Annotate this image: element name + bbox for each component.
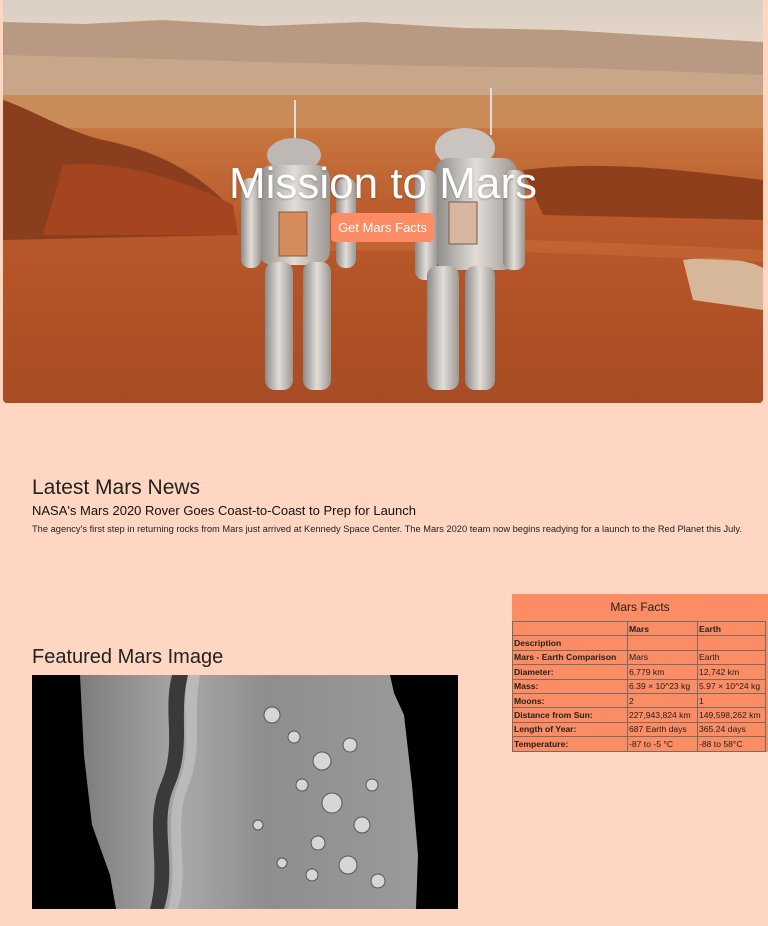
featured-image-heading: Featured Mars Image [32,646,224,668]
table-row: Length of Year: 687 Earth days 365.24 da… [512,721,766,738]
table-row: Mass: 6.39 × 10^23 kg 5.97 × 10^24 kg [512,678,766,694]
news-section-heading: Latest Mars News [32,476,201,499]
row-label: Moons: [512,692,628,709]
table-header-blank [512,620,628,637]
row-label: Distance from Sun: [512,707,628,723]
row-mars-value: 6,779 km [627,664,698,680]
table-index-row: Description [512,635,766,651]
row-earth-value: 12,742 km [697,664,766,680]
table-row: Mars - Earth Comparison Mars Earth [512,649,766,666]
row-mars-value: 687 Earth days [627,721,698,738]
table-row: Moons: 2 1 [512,692,766,709]
get-mars-facts-button[interactable]: Get Mars Facts [331,213,434,242]
row-earth-value: -88 to 58°C [697,736,766,752]
row-earth-value: 365.24 days [697,721,766,738]
row-earth-value: 5.97 × 10^24 kg [697,678,766,694]
row-earth-value: 1 [697,692,766,709]
row-label: Length of Year: [512,721,628,738]
hero-banner: Mission to Mars Get Mars Facts [3,0,763,403]
table-index-blank-2 [697,635,766,651]
row-mars-value: 6.39 × 10^23 kg [627,678,698,694]
featured-image-graphic [32,675,458,909]
facts-table: Mars Earth Description Mars - Earth Comp… [512,620,766,752]
row-label: Mass: [512,678,628,694]
row-mars-value: 227,943,824 km [627,707,698,723]
table-header-earth: Earth [697,620,766,637]
table-header-mars: Mars [627,620,698,637]
news-paragraph: The agency's first step in returning roc… [32,524,742,534]
featured-mars-image [32,675,458,909]
page-title: Mission to Mars [228,159,538,208]
facts-caption: Mars Facts [610,600,670,614]
row-label: Mars - Earth Comparison [512,649,628,666]
row-mars-value: Mars [627,649,698,666]
table-row: Distance from Sun: 227,943,824 km 149,59… [512,707,766,723]
mars-facts-table: Mars Facts Mars Earth Description Mars -… [512,594,768,752]
table-header-row: Mars Earth [512,620,766,637]
row-earth-value: Earth [697,649,766,666]
page: Mission to Mars Get Mars Facts Latest Ma… [0,0,768,926]
row-earth-value: 149,598,262 km [697,707,766,723]
news-title: NASA's Mars 2020 Rover Goes Coast-to-Coa… [32,503,416,518]
row-mars-value: -87 to -5 °C [627,736,698,752]
table-row: Temperature: -87 to -5 °C -88 to 58°C [512,736,766,752]
row-mars-value: 2 [627,692,698,709]
table-index-blank [627,635,698,651]
table-index-label: Description [512,635,628,651]
row-label: Diameter: [512,664,628,680]
table-row: Diameter: 6,779 km 12,742 km [512,664,766,680]
row-label: Temperature: [512,736,628,752]
